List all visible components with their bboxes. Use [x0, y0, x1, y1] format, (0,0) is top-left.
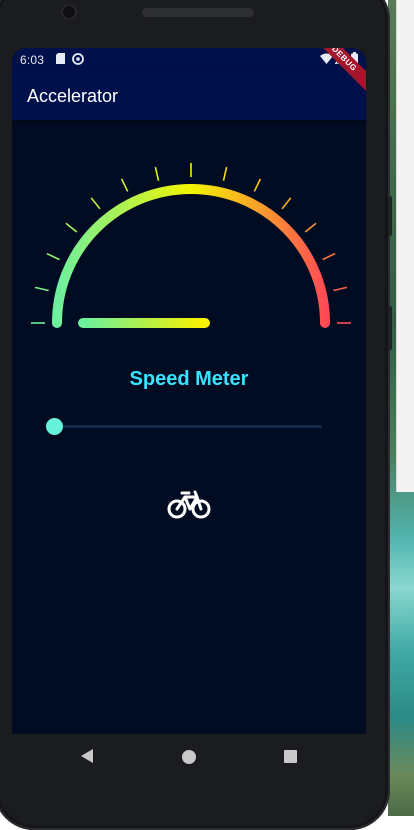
gauge-tick [333, 286, 348, 292]
slider-track[interactable] [54, 425, 322, 428]
gauge-tick [34, 286, 49, 292]
status-time: 6:03 [20, 53, 45, 67]
gauge-tick [281, 197, 292, 210]
status-bar: 6:03 [12, 48, 366, 70]
gauge-tick [154, 166, 160, 181]
page-title: Accelerator [27, 86, 119, 106]
power-button[interactable] [388, 196, 392, 236]
front-camera [63, 6, 75, 18]
home-icon[interactable] [182, 750, 196, 764]
app-bar: Accelerator [12, 70, 366, 120]
earpiece [142, 8, 254, 17]
gauge-tick [90, 197, 101, 210]
speed-slider[interactable] [46, 418, 326, 435]
sd-card-icon [56, 53, 65, 67]
gauge-tick [65, 222, 78, 233]
gauge-tick [46, 252, 60, 261]
recents-icon[interactable] [284, 750, 297, 763]
system-navigation-bar [12, 734, 366, 780]
gauge-tick [222, 166, 228, 181]
gauge-tick [304, 222, 317, 233]
gauge-tick [322, 252, 336, 261]
gauge-label: Speed Meter [129, 368, 249, 390]
volume-button[interactable] [388, 306, 392, 350]
slider-thumb[interactable] [46, 418, 63, 435]
app-screen: 6:03 Accelerator DEBUG Speed Meter [12, 48, 366, 734]
gauge-arc [52, 184, 330, 328]
gauge-tick [253, 178, 262, 192]
gauge-tick [120, 178, 129, 192]
back-icon[interactable] [80, 748, 94, 764]
desktop-window-edge [396, 0, 414, 492]
sync-icon [72, 53, 84, 68]
bicycle-icon [167, 490, 211, 519]
speed-gauge [31, 163, 351, 328]
